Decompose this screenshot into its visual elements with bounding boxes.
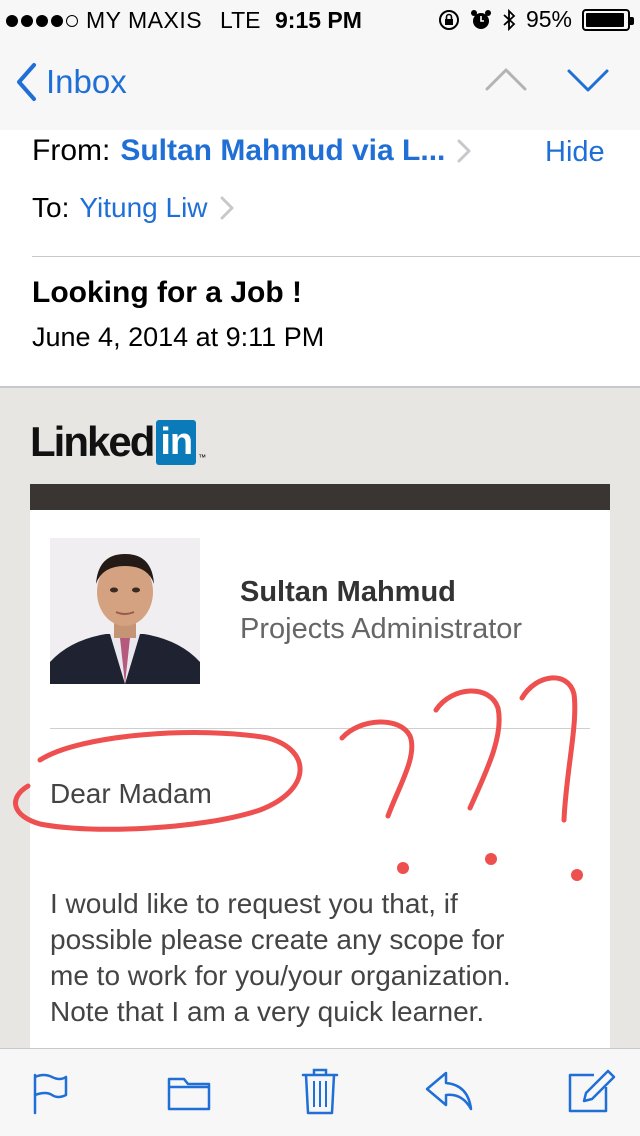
compose-icon[interactable] xyxy=(566,1067,616,1115)
alarm-icon xyxy=(470,9,491,29)
email-date: June 4, 2014 at 9:11 PM xyxy=(32,322,325,352)
sender-photo xyxy=(50,538,200,684)
greeting-text: Dear Madam xyxy=(50,778,212,809)
header-divider xyxy=(32,256,640,257)
sender-name: Sultan Mahmud xyxy=(240,576,456,608)
linkedin-logo-text: Linked xyxy=(30,418,155,465)
linkedin-logo-tm: ™ xyxy=(198,452,207,462)
previous-message-button[interactable] xyxy=(484,66,528,92)
header-band xyxy=(30,484,610,510)
from-label: From: xyxy=(32,134,111,167)
linkedin-logo-badge: in xyxy=(156,419,197,465)
to-row[interactable]: To: Yitung Liw xyxy=(32,192,234,224)
linkedin-logo: Linked in ™ xyxy=(30,418,206,466)
from-sender[interactable]: Sultan Mahmud via L... xyxy=(120,134,445,168)
signal-dot xyxy=(66,14,78,27)
bluetooth-icon xyxy=(503,8,516,31)
navigation-bar: Inbox xyxy=(0,40,640,130)
reply-icon[interactable] xyxy=(424,1069,474,1113)
chevron-right-icon xyxy=(457,139,471,163)
chevron-left-icon xyxy=(17,63,36,101)
next-message-button[interactable] xyxy=(566,68,610,94)
chevron-right-icon xyxy=(220,196,234,220)
signal-dot xyxy=(6,14,18,27)
email-subject: Looking for a Job ! xyxy=(32,276,302,309)
message-paragraph: I would like to request you that, if pos… xyxy=(50,886,590,1030)
status-bar: MY MAXIS LTE 9:15 PM 95% xyxy=(0,0,640,40)
paragraph-line: I would like to request you that, if xyxy=(50,888,458,919)
carrier-name: MY MAXIS xyxy=(86,7,203,33)
folder-icon[interactable] xyxy=(166,1071,212,1113)
signal-strength-icon xyxy=(6,14,78,27)
battery-percent: 95% xyxy=(525,6,572,32)
paragraph-line: possible please create any scope for xyxy=(50,924,505,955)
back-button[interactable]: Inbox xyxy=(14,62,127,102)
battery-fill xyxy=(586,12,624,27)
paragraph-line: me to work for you/your organization. xyxy=(50,960,511,991)
status-time: 9:15 PM xyxy=(275,7,362,33)
to-recipient[interactable]: Yitung Liw xyxy=(79,192,207,224)
hide-details-button[interactable]: Hide xyxy=(545,136,605,169)
signal-dot xyxy=(21,14,33,27)
trash-icon[interactable] xyxy=(300,1067,340,1115)
sender-title: Projects Administrator xyxy=(240,613,523,645)
paragraph-line: Note that I am a very quick learner. xyxy=(50,996,485,1027)
email-body: Linked in ™ Sultan Mahmud Projects Admin… xyxy=(0,388,640,1048)
message-card: Sultan Mahmud Projects Administrator Dea… xyxy=(30,510,610,1048)
back-label: Inbox xyxy=(46,63,127,100)
signal-dot xyxy=(51,14,63,27)
signal-dot xyxy=(36,14,48,27)
rotation-lock-icon xyxy=(438,9,459,30)
network-type: LTE xyxy=(220,7,261,33)
to-label: To: xyxy=(32,192,70,223)
status-right: 95% xyxy=(438,6,634,33)
card-divider xyxy=(50,728,590,729)
battery-icon xyxy=(582,8,634,31)
bottom-toolbar xyxy=(0,1048,640,1136)
status-left: MY MAXIS LTE xyxy=(6,7,281,34)
flag-icon[interactable] xyxy=(30,1071,70,1115)
from-row[interactable]: From: Sultan Mahmud via L... xyxy=(32,134,612,168)
